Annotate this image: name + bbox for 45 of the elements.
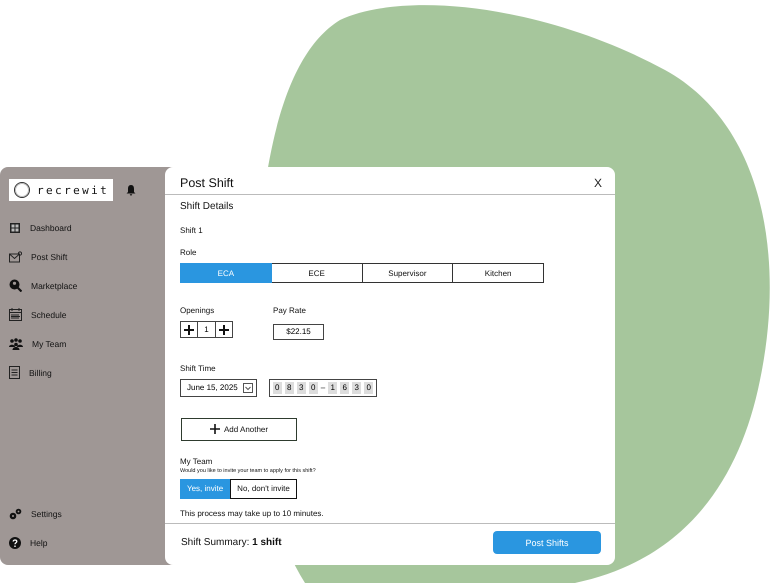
section-title: Shift Details	[180, 201, 234, 212]
field-label: Pay Rate	[273, 306, 307, 315]
gears-icon	[9, 508, 22, 520]
pay-rate-field[interactable]: $22.15	[273, 324, 324, 340]
field-label: Shift Time	[180, 364, 217, 372]
increment-button[interactable]	[216, 322, 232, 337]
envelope-icon	[9, 250, 22, 262]
help-icon	[9, 536, 21, 548]
logo[interactable]: recrewit	[9, 179, 114, 201]
ring-icon	[13, 181, 31, 199]
close-button[interactable]: X	[594, 176, 602, 190]
nav-item[interactable]: Marketplace	[31, 280, 78, 290]
nav-item[interactable]: My Team	[32, 338, 66, 348]
search-icon	[9, 279, 22, 292]
bell-icon[interactable]	[125, 184, 138, 196]
date-field[interactable]: June 15, 2025	[180, 378, 257, 396]
grid-icon	[9, 222, 21, 234]
field-label: Role	[180, 248, 198, 257]
field-label: My Team	[180, 456, 214, 466]
people-icon	[9, 338, 23, 350]
nav-item[interactable]: Billing	[29, 368, 52, 378]
role-tab[interactable]: Kitchen	[453, 263, 544, 283]
invite-option[interactable]: No, don't invite	[230, 478, 297, 498]
add-another-button[interactable]: Add Another	[181, 418, 297, 440]
increment-button[interactable]	[181, 322, 197, 337]
logo-text: recrewit	[37, 184, 110, 196]
field-label: Openings	[180, 306, 216, 315]
time-field[interactable]: 0 8 3 0 – 1 6 3 0	[268, 378, 378, 396]
plus-icon	[210, 424, 220, 434]
note-text: This process may take up to 10 minutes.	[180, 508, 325, 518]
nav-item[interactable]: Settings	[31, 508, 62, 518]
calendar-icon	[9, 308, 22, 321]
plus-icon	[219, 324, 229, 334]
shift-label: Shift 1	[180, 226, 204, 235]
nav-item[interactable]: Schedule	[31, 310, 66, 320]
receipt-icon	[9, 366, 20, 379]
role-tab[interactable]: ECE	[272, 263, 362, 283]
nav-item[interactable]: Help	[30, 538, 48, 548]
plus-icon	[184, 324, 194, 334]
nav-item[interactable]: Dashboard	[30, 222, 72, 232]
dropdown-icon	[242, 382, 253, 392]
shift-summary: Shift Summary: 1 shift	[181, 537, 282, 548]
nav-item[interactable]: Post Shift	[31, 252, 68, 262]
dialog-title: Post Shift	[180, 176, 234, 190]
role-tab[interactable]: Supervisor	[362, 263, 454, 283]
